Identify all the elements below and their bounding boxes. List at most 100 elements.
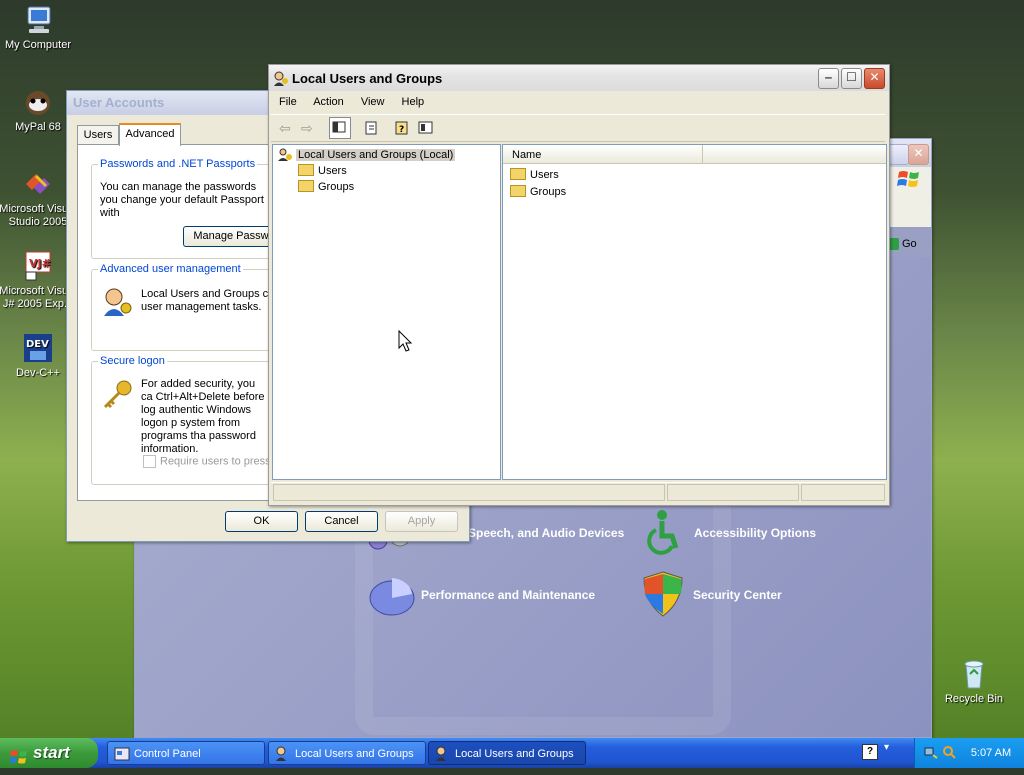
secure-logon-text: For added security, you ca Ctrl+Alt+Dele… xyxy=(141,378,265,455)
search-tray-icon[interactable] xyxy=(942,745,956,759)
tab-users[interactable]: Users xyxy=(77,125,119,144)
mouse-cursor-icon xyxy=(398,329,414,354)
control-panel-icon xyxy=(114,746,130,762)
folder-icon xyxy=(510,168,526,181)
users-keys-icon xyxy=(100,286,134,320)
list-item[interactable]: Users xyxy=(510,168,559,182)
key-icon xyxy=(100,378,134,412)
lusrmgr-title-icon xyxy=(273,70,289,86)
button-label: Apply xyxy=(407,515,436,527)
accessibility-icon xyxy=(638,508,686,556)
mypal-icon xyxy=(22,86,54,118)
column-header-label: Name xyxy=(512,149,542,161)
status-bar xyxy=(271,482,885,501)
advanced-text: Local Users and Groups ca user managemen… xyxy=(141,288,275,313)
computer-icon xyxy=(22,4,54,36)
button-label: OK xyxy=(253,515,270,527)
devcpp-icon: DEV xyxy=(22,332,54,364)
toolbar: ⇦ ⇨ ? xyxy=(271,114,885,142)
cp-item-label: Security Center xyxy=(693,588,782,602)
users-groups-icon xyxy=(275,746,291,762)
tree-root-label: Local Users and Groups (Local) xyxy=(296,149,456,161)
tray-chevron-icon[interactable]: ▾ xyxy=(884,742,889,753)
help-tray-icon[interactable]: ? xyxy=(862,744,878,760)
users-groups-icon xyxy=(277,148,293,162)
task-label: Local Users and Groups xyxy=(455,748,574,760)
passwords-group-label: Passwords and .NET Passports xyxy=(98,158,258,170)
status-pane xyxy=(667,484,799,501)
list-pane[interactable]: Name Users Groups xyxy=(502,144,887,480)
folder-icon xyxy=(510,185,526,198)
back-arrow-icon[interactable]: ⇦ xyxy=(279,120,291,137)
ok-button[interactable]: OK xyxy=(225,511,298,532)
advanced-group-label: Advanced user management xyxy=(98,263,243,275)
network-tray-icon[interactable] xyxy=(924,745,938,759)
task-lusrmgr-2[interactable]: Local Users and Groups xyxy=(428,741,586,765)
windows-logo-icon xyxy=(10,745,28,764)
list-item-label: Users xyxy=(530,169,559,181)
list-item[interactable]: Groups xyxy=(510,185,566,199)
address-go-button[interactable]: Go xyxy=(887,235,927,253)
menu-bar: File Action View Help xyxy=(279,96,438,108)
button-label: Manage Passwo xyxy=(193,230,275,242)
go-label: Go xyxy=(902,238,917,250)
lusrmgr-window[interactable]: Local Users and Groups ‒ ☐ ✕ File Action… xyxy=(268,64,890,506)
close-button[interactable]: ✕ xyxy=(908,144,929,165)
help-icon[interactable]: ? xyxy=(393,119,411,137)
start-label: start xyxy=(33,743,70,762)
require-ctrl-alt-del-checkbox[interactable]: Require users to press xyxy=(143,455,273,468)
vjsharp-icon: VJ# xyxy=(22,250,54,282)
menu-file[interactable]: File xyxy=(279,96,297,108)
desktop-icon-recycle-bin[interactable]: Recycle Bin xyxy=(934,658,1014,706)
shield-icon xyxy=(640,570,686,618)
desktop-icon-label: My Computer xyxy=(4,39,72,51)
menu-help[interactable]: Help xyxy=(402,96,425,108)
minimize-button[interactable] xyxy=(888,144,909,165)
cp-item-label: Accessibility Options xyxy=(694,526,817,540)
lusrmgr-title: Local Users and Groups xyxy=(292,71,443,86)
apply-button[interactable]: Apply xyxy=(385,511,458,532)
show-hide-tree-icon[interactable] xyxy=(329,117,351,139)
windows-logo-icon xyxy=(897,169,923,191)
status-pane xyxy=(273,484,665,501)
column-header-name[interactable]: Name xyxy=(503,145,703,163)
tab-advanced[interactable]: Advanced xyxy=(119,123,181,146)
lusrmgr-titlebar[interactable]: Local Users and Groups ‒ ☐ ✕ xyxy=(269,65,889,91)
forward-arrow-icon[interactable]: ⇨ xyxy=(301,120,313,137)
passwords-text: You can manage the passwords you change … xyxy=(100,181,264,219)
clock[interactable]: 5:07 AM xyxy=(966,738,1016,768)
start-button[interactable]: start xyxy=(0,738,98,768)
folder-icon xyxy=(298,164,314,177)
properties-icon[interactable] xyxy=(417,119,435,137)
svg-text:DEV: DEV xyxy=(26,339,49,350)
desktop-icon-my-computer[interactable]: My Computer xyxy=(0,4,78,52)
svg-text:VJ#: VJ# xyxy=(29,257,51,270)
cp-item-label: Speech, and Audio Devices xyxy=(468,526,625,540)
button-label: Cancel xyxy=(324,515,359,527)
tree-pane[interactable]: Local Users and Groups (Local) Users Gro… xyxy=(272,144,501,480)
tab-label: Users xyxy=(83,129,113,141)
menu-action[interactable]: Action xyxy=(313,96,344,108)
svg-text:?: ? xyxy=(399,125,404,135)
tree-root[interactable]: Local Users and Groups (Local) xyxy=(277,148,456,162)
menu-view[interactable]: View xyxy=(361,96,385,108)
task-label: Control Panel xyxy=(134,748,201,760)
export-list-icon[interactable] xyxy=(363,119,381,137)
status-pane xyxy=(801,484,885,501)
maximize-button[interactable]: ☐ xyxy=(841,68,862,89)
secure-logon-label: Secure logon xyxy=(98,355,167,367)
visual-studio-icon xyxy=(22,168,54,200)
list-item-label: Groups xyxy=(530,186,567,198)
task-control-panel[interactable]: Control Panel xyxy=(107,741,265,765)
checkbox-box xyxy=(143,455,156,468)
minimize-button[interactable]: ‒ xyxy=(818,68,839,89)
tab-label: Advanced xyxy=(125,128,175,140)
recycle-bin-icon xyxy=(958,658,990,690)
tree-item-groups[interactable]: Groups xyxy=(298,180,354,194)
close-button[interactable]: ✕ xyxy=(864,68,885,89)
tree-item-users[interactable]: Users xyxy=(298,164,347,178)
task-lusrmgr-1[interactable]: Local Users and Groups xyxy=(268,741,426,765)
cancel-button[interactable]: Cancel xyxy=(305,511,378,532)
performance-icon xyxy=(366,572,416,618)
tree-item-label: Groups xyxy=(318,181,355,193)
